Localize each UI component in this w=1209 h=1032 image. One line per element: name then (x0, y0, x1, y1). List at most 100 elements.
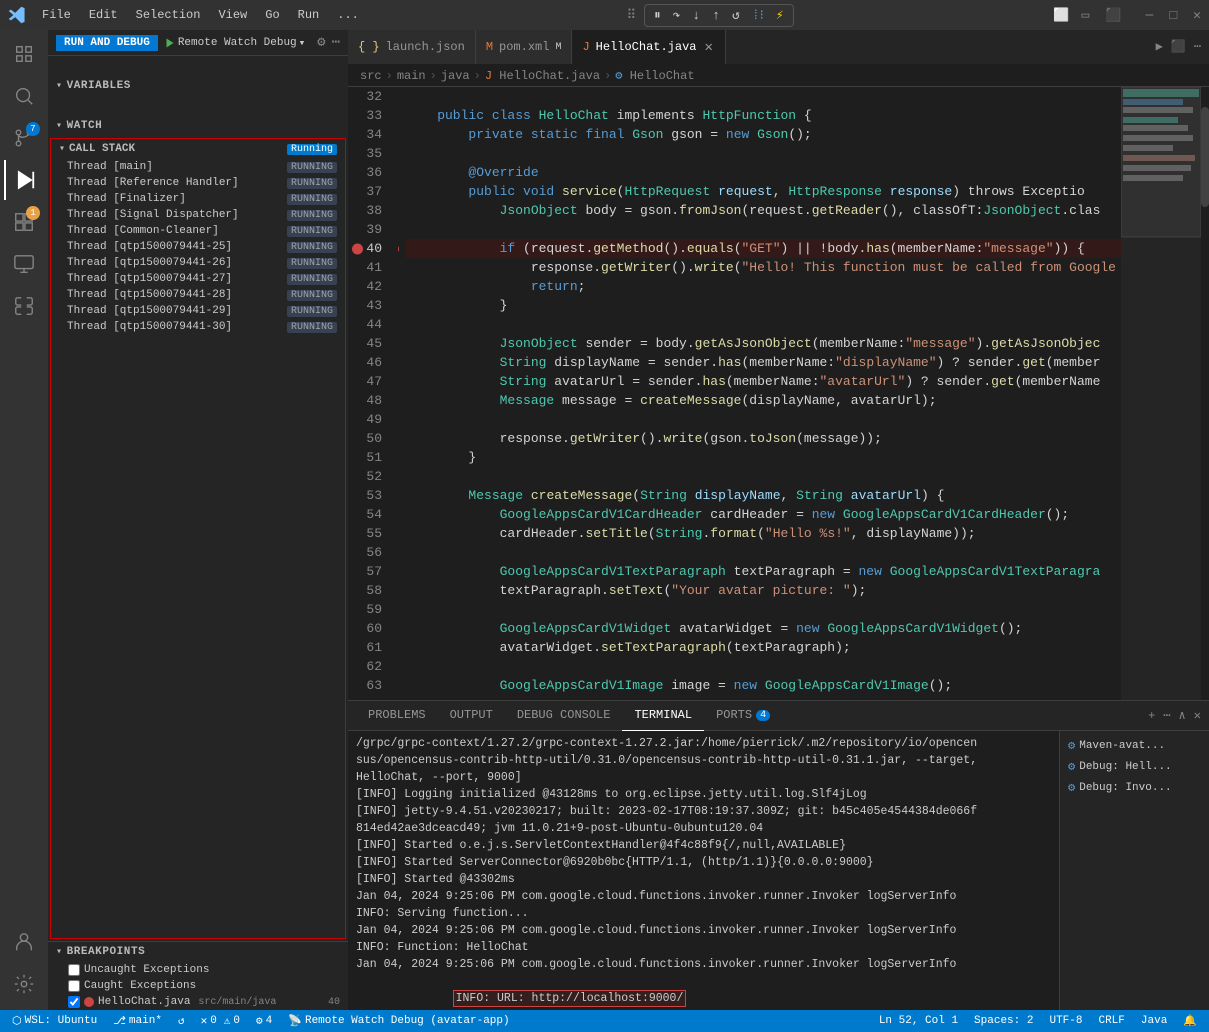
minimize-btn[interactable]: ─ (1146, 8, 1154, 23)
menu-more[interactable]: ... (329, 6, 367, 24)
terminal-line-6: 814ed42ae3dceacd49; jvm 11.0.21+9-post-U… (356, 820, 1051, 837)
activity-source-control[interactable]: 7 (4, 118, 44, 158)
panel-maximize-icon[interactable]: ∧ (1179, 708, 1186, 723)
tab-pom-xml[interactable]: M pom.xml M (476, 30, 573, 64)
debug-continue-btn[interactable]: ⏸ (651, 7, 664, 24)
panel-layout-btn[interactable]: ⬛ (1105, 8, 1121, 23)
breadcrumb-java[interactable]: java (441, 69, 470, 83)
more-actions-icon[interactable]: ⋯ (332, 34, 340, 51)
panel-tab-ports[interactable]: PORTS 4 (704, 701, 782, 731)
status-encoding[interactable]: UTF-8 (1045, 1010, 1086, 1032)
debug-flash-btn[interactable]: ⚡ (773, 7, 787, 24)
thread-item-1[interactable]: Thread [Reference Handler]RUNNING (51, 175, 345, 191)
panel-close-icon[interactable]: ✕ (1194, 708, 1201, 723)
status-sync[interactable]: ↺ (174, 1010, 189, 1032)
thread-item-7[interactable]: Thread [qtp1500079441-27]RUNNING (51, 271, 345, 287)
thread-item-8[interactable]: Thread [qtp1500079441-28]RUNNING (51, 287, 345, 303)
callstack-header[interactable]: ▾ CALL STACK Running (51, 139, 345, 159)
status-branch[interactable]: ⎇ main* (109, 1010, 166, 1032)
status-notifications[interactable]: 🔔 (1179, 1010, 1201, 1032)
status-remote[interactable]: 📡 Remote Watch Debug (avatar-app) (284, 1010, 513, 1032)
terminal-line-1: /grpc/grpc-context/1.27.2/grpc-context-1… (356, 735, 1051, 752)
activity-remote-explorer[interactable] (4, 244, 44, 284)
panel-content: /grpc/grpc-context/1.27.2/grpc-context-1… (348, 731, 1209, 1010)
caught-exceptions-checkbox[interactable] (68, 980, 80, 992)
tab-close-icon[interactable]: ✕ (703, 39, 715, 56)
thread-item-0[interactable]: Thread [main]RUNNING (51, 159, 345, 175)
thread-item-10[interactable]: Thread [qtp1500079441-30]RUNNING (51, 319, 345, 335)
panel-tab-output[interactable]: OUTPUT (438, 701, 505, 731)
status-errors[interactable]: ✕ 0 ⚠ 0 (197, 1010, 244, 1032)
activity-account[interactable] (4, 922, 44, 962)
status-wsl[interactable]: ⬡ WSL: Ubuntu (8, 1010, 101, 1032)
tab-hellochat-java[interactable]: J HelloChat.java ✕ (572, 30, 725, 64)
ln-39: 39 (348, 220, 398, 239)
breadcrumb-src[interactable]: src (360, 69, 382, 83)
terminal-sidebar-item-debug-invo[interactable]: ⚙ Debug: Invo... (1064, 777, 1205, 798)
menu-edit[interactable]: Edit (81, 6, 126, 24)
gear-icon[interactable]: ⚙ (317, 34, 325, 51)
more-tab-actions-icon[interactable]: ⋯ (1194, 39, 1201, 54)
uncaught-exceptions-checkbox[interactable] (68, 964, 80, 976)
thread-item-6[interactable]: Thread [qtp1500079441-26]RUNNING (51, 255, 345, 271)
callstack-chevron-icon: ▾ (59, 143, 65, 155)
panel-tab-debug-console[interactable]: DEBUG CONSOLE (505, 701, 623, 731)
terminal-main[interactable]: /grpc/grpc-context/1.27.2/grpc-context-1… (348, 731, 1059, 1010)
vertical-scrollbar[interactable] (1201, 87, 1209, 700)
split-editor-btn[interactable]: ⬜ (1053, 8, 1069, 23)
terminal-sidebar-item-debug-hell[interactable]: ⚙ Debug: Hell... (1064, 756, 1205, 777)
split-editor-btn[interactable]: ⬛ (1171, 39, 1186, 54)
status-debug-count[interactable]: ⚙ 4 (252, 1010, 276, 1032)
hellochat-breakpoint-checkbox[interactable] (68, 996, 80, 1008)
debug-step-into-btn[interactable]: ↓ (689, 7, 703, 24)
sidebar-toggle-btn[interactable]: ▭ (1082, 8, 1090, 23)
breadcrumb-class[interactable]: ⚙ HelloChat (615, 68, 694, 83)
main-container: 7 1 RUN AND DEBUG (0, 30, 1209, 1010)
activity-extensions[interactable]: 1 (4, 202, 44, 242)
activity-test[interactable] (4, 286, 44, 326)
scrollbar-thumb[interactable] (1201, 107, 1209, 207)
activity-explorer[interactable] (4, 34, 44, 74)
menu-selection[interactable]: Selection (128, 6, 209, 24)
debug-step-out-btn[interactable]: ↑ (709, 7, 723, 24)
code-line-37: public void service(HttpRequest request,… (406, 182, 1121, 201)
breakpoints-section-header[interactable]: ▾ BREAKPOINTS (48, 942, 348, 962)
thread-item-9[interactable]: Thread [qtp1500079441-29]RUNNING (51, 303, 345, 319)
status-cursor-pos[interactable]: Ln 52, Col 1 (875, 1010, 962, 1032)
status-spaces[interactable]: Spaces: 2 (970, 1010, 1037, 1032)
menu-file[interactable]: File (34, 6, 79, 24)
thread-item-2[interactable]: Thread [Finalizer]RUNNING (51, 191, 345, 207)
debug-config-btn[interactable]: ⁞⁝ (749, 7, 767, 24)
breadcrumb-file[interactable]: J HelloChat.java (485, 69, 600, 83)
terminal-sidebar-item-maven[interactable]: ⚙ Maven-avat... (1064, 735, 1205, 756)
activity-search[interactable] (4, 76, 44, 116)
status-bar: ⬡ WSL: Ubuntu ⎇ main* ↺ ✕ 0 ⚠ 0 ⚙ 4 📡 Re… (0, 1010, 1209, 1032)
menu-run[interactable]: Run (290, 6, 328, 24)
run-editor-btn[interactable]: ▶ (1156, 39, 1163, 54)
close-btn[interactable]: ✕ (1193, 8, 1201, 23)
debug-config-selector[interactable]: Remote Watch Debug ▾ (164, 36, 305, 50)
activity-run-debug[interactable] (4, 160, 44, 200)
code-editor[interactable]: public class HelloChat implements HttpFu… (398, 87, 1121, 700)
watch-section-header[interactable]: ▾ WATCH (48, 116, 348, 136)
thread-item-3[interactable]: Thread [Signal Dispatcher]RUNNING (51, 207, 345, 223)
breadcrumb-main[interactable]: main (397, 69, 426, 83)
status-eol[interactable]: CRLF (1094, 1010, 1128, 1032)
thread-item-4[interactable]: Thread [Common-Cleaner]RUNNING (51, 223, 345, 239)
editor-content[interactable]: 32 33 34 35 36 37 38 39 40 41 42 43 44 (348, 87, 1209, 700)
panel-tab-terminal[interactable]: TERMINAL (622, 701, 704, 731)
variables-section-header[interactable]: ▾ VARIABLES (48, 56, 348, 116)
tab-launch-json[interactable]: { } launch.json (348, 30, 476, 64)
panel-tab-problems[interactable]: PROBLEMS (356, 701, 438, 731)
maximize-btn[interactable]: □ (1169, 8, 1177, 23)
status-language[interactable]: Java (1137, 1010, 1171, 1032)
menu-go[interactable]: Go (257, 6, 287, 24)
debug-restart-btn[interactable]: ↺ (729, 7, 743, 24)
thread-item-5[interactable]: Thread [qtp1500079441-25]RUNNING (51, 239, 345, 255)
run-and-debug-button[interactable]: RUN AND DEBUG (56, 35, 158, 51)
menu-view[interactable]: View (210, 6, 255, 24)
panel-add-icon[interactable]: + (1148, 709, 1155, 723)
activity-settings[interactable] (4, 964, 44, 1004)
debug-step-over-btn[interactable]: ↷ (670, 7, 684, 24)
panel-more-icon[interactable]: ⋯ (1163, 708, 1170, 723)
